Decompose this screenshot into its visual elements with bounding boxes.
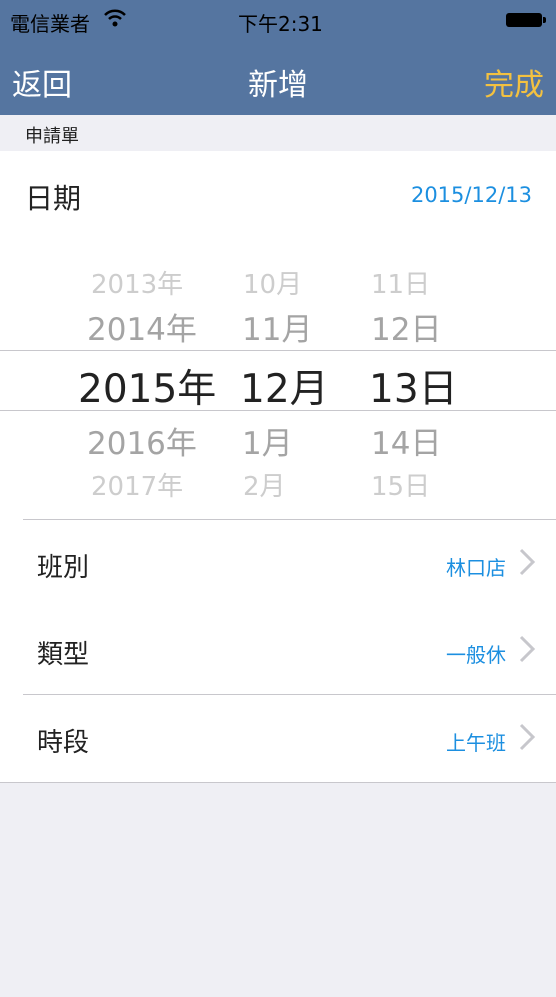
picker-day-option[interactable]: 11日	[371, 264, 430, 301]
period-label: 時段	[37, 728, 90, 758]
picker-month-option[interactable]: 2月	[243, 466, 286, 503]
date-picker[interactable]: 2013年 2014年 2015年 2016年 2017年 10月 11月 12…	[0, 256, 556, 516]
wifi-icon	[104, 9, 126, 32]
status-bar: 電信業者 下午2:31	[0, 0, 556, 40]
form-card: 日期 2015/12/13 2013年 2014年 2015年 2016年 20…	[0, 151, 556, 783]
date-value[interactable]: 2015/12/13	[411, 183, 532, 207]
picker-month-option[interactable]: 1月	[242, 418, 293, 463]
picker-month-option[interactable]: 11月	[242, 304, 312, 349]
picker-year-option[interactable]: 2017年	[91, 466, 183, 503]
picker-year-column[interactable]: 2013年 2014年 2015年 2016年 2017年	[78, 256, 218, 516]
period-value: 上午班	[446, 731, 506, 755]
picker-day-selected[interactable]: 13日	[369, 358, 458, 414]
picker-day-option[interactable]: 12日	[371, 304, 441, 349]
chevron-right-icon	[519, 635, 536, 663]
shift-label: 班別	[37, 553, 90, 583]
picker-day-option[interactable]: 14日	[371, 418, 441, 463]
picker-year-option[interactable]: 2016年	[87, 418, 197, 463]
picker-year-selected[interactable]: 2015年	[78, 358, 216, 414]
page-title: 新增	[248, 68, 308, 103]
carrier-name: 電信業者	[10, 12, 90, 36]
section-header: 申請單	[0, 115, 556, 151]
chevron-right-icon	[519, 723, 536, 751]
picker-month-column[interactable]: 10月 11月 12月 1月 2月	[240, 256, 335, 516]
navigation-bar: 返回 新增 完成	[0, 40, 556, 115]
shift-row[interactable]: 班別 林口店	[0, 520, 556, 607]
date-label: 日期	[25, 182, 82, 215]
chevron-right-icon	[519, 548, 536, 576]
done-button[interactable]: 完成	[484, 60, 544, 104]
picker-year-option[interactable]: 2014年	[87, 304, 197, 349]
date-row[interactable]: 日期 2015/12/13	[0, 151, 556, 241]
picker-year-option[interactable]: 2013年	[91, 264, 183, 301]
picker-day-option[interactable]: 15日	[371, 466, 430, 503]
type-label: 類型	[37, 640, 90, 670]
section-header-label: 申請單	[25, 126, 79, 147]
battery-icon	[506, 13, 546, 27]
type-row[interactable]: 類型 一般休	[0, 607, 556, 694]
shift-value: 林口店	[446, 556, 506, 580]
period-row[interactable]: 時段 上午班	[0, 695, 556, 782]
type-value: 一般休	[446, 643, 506, 667]
status-time: 下午2:31	[238, 12, 323, 36]
picker-month-selected[interactable]: 12月	[240, 358, 329, 414]
picker-day-column[interactable]: 11日 12日 13日 14日 15日	[369, 256, 469, 516]
picker-month-option[interactable]: 10月	[243, 264, 302, 301]
